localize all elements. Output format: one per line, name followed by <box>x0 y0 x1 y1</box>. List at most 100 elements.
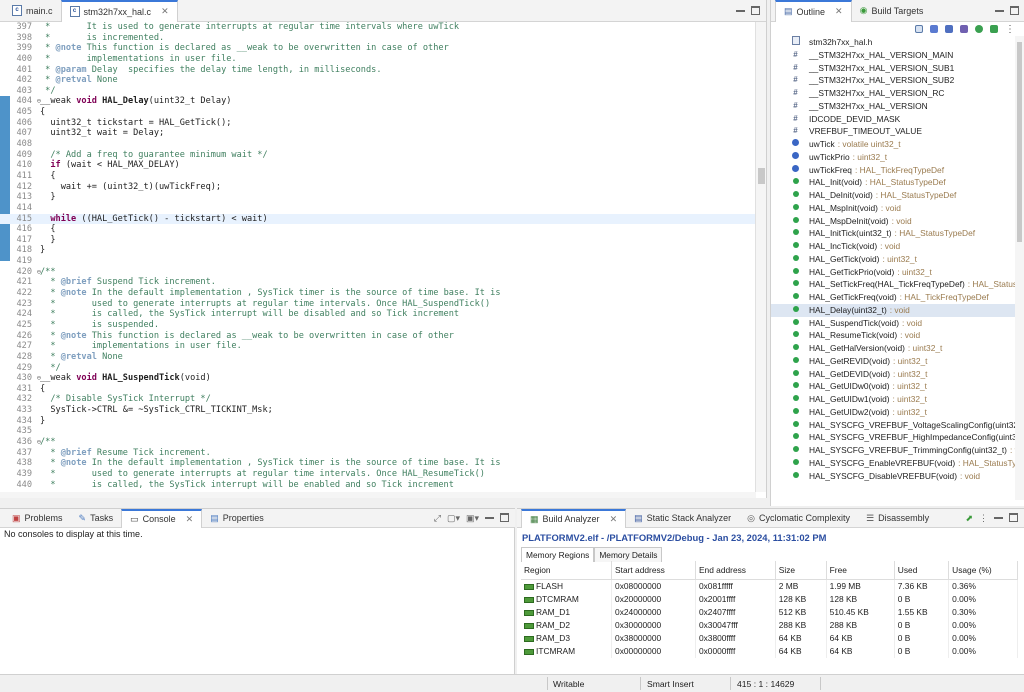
fold-toggle-icon[interactable]: ⊖ <box>37 96 41 107</box>
outline-item[interactable]: uwTick: volatile uint32_t <box>771 138 1015 151</box>
code-line[interactable]: 409 /* Add a freq to guarantee minimum w… <box>0 150 756 161</box>
outline-item[interactable]: HAL_SYSCFG_DisableVREFBUF(void): void <box>771 470 1015 483</box>
outline-item[interactable]: HAL_GetDEVID(void): uint32_t <box>771 368 1015 381</box>
hide-static-icon[interactable] <box>945 25 953 33</box>
hide-nonpublic-icon[interactable] <box>960 25 968 33</box>
minimize-icon[interactable] <box>994 513 1003 519</box>
close-icon[interactable]: ✕ <box>610 514 618 525</box>
code-line[interactable]: 427 * implementations in user file. <box>0 341 756 352</box>
outline-item[interactable]: # VREFBUF_TIMEOUT_VALUE <box>771 125 1015 138</box>
code-line[interactable]: 398 * is incremented. <box>0 33 756 44</box>
outline-item[interactable]: HAL_SYSCFG_EnableVREFBUF(void): HAL_Stat… <box>771 457 1015 470</box>
group-icon[interactable] <box>990 25 998 33</box>
table-row[interactable]: RAM_D1 0x24000000 0x2407ffff 512 KB 510.45 K… <box>521 605 1018 619</box>
tab-static-stack-analyzer[interactable]: ▤ Static Stack Analyzer <box>626 509 739 528</box>
scroll-thumb[interactable] <box>1017 42 1022 242</box>
code-line[interactable]: 440 * is called, the SysTick interrupt w… <box>0 480 756 491</box>
outline-item[interactable]: HAL_GetUIDw2(void): uint32_t <box>771 406 1015 419</box>
code-line[interactable]: 419 <box>0 256 756 267</box>
outline-item[interactable]: HAL_ResumeTick(void): void <box>771 329 1015 342</box>
code-line[interactable]: 435 <box>0 426 756 437</box>
tab-main-c[interactable]: c main.c <box>4 0 61 22</box>
tab-properties[interactable]: ▤ Properties <box>202 509 272 528</box>
column-header[interactable]: Size <box>775 561 827 580</box>
tab-memory-details[interactable]: Memory Details <box>594 547 663 562</box>
code-line[interactable]: 426 * @note This function is declared as… <box>0 331 756 342</box>
code-line[interactable]: 404 ⊖ __weak void HAL_Delay(uint32_t Delay… <box>0 96 756 107</box>
code-line[interactable]: 417 } <box>0 235 756 246</box>
code-line[interactable]: 439 * used to generate interrupts at reg… <box>0 469 756 480</box>
fold-toggle-icon[interactable]: ⊖ <box>37 437 41 448</box>
outline-item[interactable]: HAL_MspInit(void): void <box>771 202 1015 215</box>
sort-icon[interactable] <box>915 25 923 33</box>
maximize-icon[interactable] <box>1009 512 1018 522</box>
code-line[interactable]: 400 * implementations in user file. <box>0 54 756 65</box>
code-line[interactable]: 418} <box>0 245 756 256</box>
fold-toggle-icon[interactable]: ⊖ <box>37 267 41 278</box>
refresh-icon[interactable]: ⬈ <box>965 513 973 524</box>
outline-item[interactable]: HAL_SuspendTick(void): void <box>771 317 1015 330</box>
minimize-icon[interactable] <box>995 6 1004 12</box>
status-insert-mode[interactable]: Smart Insert <box>647 679 694 689</box>
outline-scrollbar[interactable] <box>1015 36 1024 500</box>
column-header[interactable]: Start address <box>611 561 696 580</box>
code-line[interactable]: 424 * is called, the SysTick interrupt w… <box>0 309 756 320</box>
outline-item[interactable]: HAL_InitTick(uint32_t): HAL_StatusTypeDe… <box>771 227 1015 240</box>
outline-item[interactable]: # __STM32H7xx_HAL_VERSION_RC <box>771 87 1015 100</box>
code-line[interactable]: 431 { <box>0 384 756 395</box>
new-console-icon[interactable]: ▣▾ <box>466 513 479 524</box>
column-header[interactable]: Free <box>826 561 895 580</box>
filter-icon[interactable] <box>975 25 983 33</box>
code-line[interactable]: 403 */ <box>0 86 756 97</box>
outline-item[interactable]: HAL_MspDeInit(void): void <box>771 215 1015 228</box>
outline-item[interactable]: HAL_GetTickPrio(void): uint32_t <box>771 266 1015 279</box>
code-line[interactable]: 422 * @note In the default implementatio… <box>0 288 756 299</box>
tab-tasks[interactable]: ✎ Tasks <box>71 509 122 528</box>
code-line[interactable]: 408 <box>0 139 756 150</box>
outline-item[interactable]: HAL_DeInit(void): HAL_StatusTypeDef <box>771 189 1015 202</box>
vertical-scrollbar[interactable] <box>755 22 766 492</box>
table-row[interactable]: RAM_D2 0x30000000 0x30047fff 288 KB 288 KB 0 … <box>521 618 1018 632</box>
code-line[interactable]: 414 <box>0 203 756 214</box>
code-area[interactable]: 397 * It is used to generate interrupts … <box>0 22 756 492</box>
table-row[interactable]: ITCMRAM 0x00000000 0x0000ffff 64 KB 64 KB 0 B… <box>521 644 1018 658</box>
tab-disassembly[interactable]: ☰ Disassembly <box>858 509 937 528</box>
column-header[interactable]: End address <box>695 561 776 580</box>
code-line[interactable]: 416 { <box>0 224 756 235</box>
close-icon[interactable]: ✕ <box>186 514 194 525</box>
outline-item[interactable]: HAL_GetTick(void): uint32_t <box>771 253 1015 266</box>
outline-item[interactable]: HAL_Delay(uint32_t): void <box>771 303 1015 317</box>
tab-console[interactable]: ▭ Console ✕ <box>121 508 203 528</box>
outline-item[interactable]: stm32h7xx_hal.h <box>771 36 1015 49</box>
code-line[interactable]: 428 * @retval None <box>0 352 756 363</box>
outline-item[interactable]: # __STM32H7xx_HAL_VERSION_MAIN <box>771 49 1015 62</box>
code-line[interactable]: 415 while ((HAL_GetTick() - tickstart) <… <box>0 213 756 225</box>
tab-outline[interactable]: ▤ Outline ✕ <box>775 0 852 22</box>
table-row[interactable]: FLASH 0x08000000 0x081fffff 2 MB 1.99 MB 7.36… <box>521 579 1018 593</box>
outline-item[interactable]: uwTickFreq: HAL_TickFreqTypeDef <box>771 164 1015 177</box>
outline-item[interactable]: HAL_GetTickFreq(void): HAL_TickFreqTypeD… <box>771 291 1015 304</box>
pin-icon[interactable]: ⤢ <box>434 513 441 524</box>
code-line[interactable]: 406 uint32_t tickstart = HAL_GetTick(); <box>0 118 756 129</box>
outline-item[interactable]: HAL_SYSCFG_VREFBUF_VoltageScalingConfig(… <box>771 419 1015 432</box>
outline-item[interactable]: # __STM32H7xx_HAL_VERSION_SUB2 <box>771 74 1015 87</box>
outline-item[interactable]: HAL_GetUIDw0(void): uint32_t <box>771 380 1015 393</box>
outline-item[interactable]: HAL_GetREVID(void): uint32_t <box>771 355 1015 368</box>
display-console-icon[interactable]: ▢▾ <box>447 513 460 524</box>
code-line[interactable]: 412 wait += (uint32_t)(uwTickFreq); <box>0 182 756 193</box>
code-line[interactable]: 420 ⊖/** <box>0 267 756 278</box>
outline-item[interactable]: HAL_IncTick(void): void <box>771 240 1015 253</box>
code-line[interactable]: 410 if (wait < HAL_MAX_DELAY) <box>0 160 756 171</box>
code-line[interactable]: 434} <box>0 416 756 427</box>
maximize-icon[interactable] <box>500 512 509 522</box>
close-icon[interactable]: ✕ <box>835 6 843 17</box>
code-line[interactable]: 430 ⊖ __weak void HAL_SuspendTick(void) <box>0 373 756 384</box>
outline-item[interactable]: HAL_GetUIDw1(void): uint32_t <box>771 393 1015 406</box>
code-line[interactable]: 411 { <box>0 171 756 182</box>
outline-item[interactable]: HAL_SYSCFG_VREFBUF_TrimmingConfig(uint32… <box>771 444 1015 457</box>
table-row[interactable]: DTCMRAM 0x20000000 0x2001ffff 128 KB 128 KB 0… <box>521 592 1018 606</box>
code-line[interactable]: 432 /* Disable SysTick Interrupt */ <box>0 394 756 405</box>
menu-icon[interactable]: ⋮ <box>979 513 988 524</box>
minimize-icon[interactable] <box>736 6 745 12</box>
close-icon[interactable]: ✕ <box>161 6 169 17</box>
